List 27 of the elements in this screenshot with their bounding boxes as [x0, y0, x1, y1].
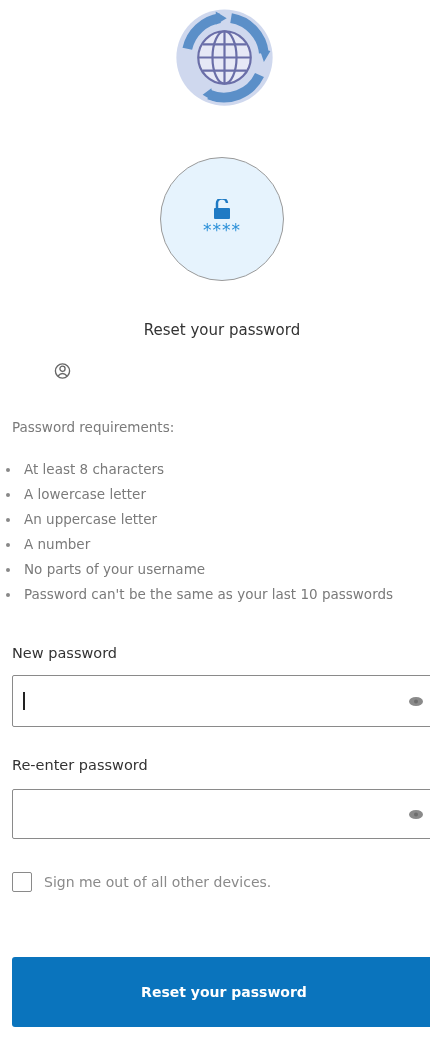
requirements-heading: Password requirements: — [12, 418, 176, 436]
requirement-text: No parts of your username — [24, 560, 206, 579]
user-icon — [54, 362, 71, 380]
field-label: New password — [12, 644, 119, 662]
requirement-text: A lowercase letter — [24, 485, 146, 504]
requirement-text: Password can't be the same as your last 10 passwords — [24, 585, 394, 604]
bullet-icon — [6, 593, 10, 597]
bullet-icon — [6, 468, 10, 472]
eye-icon[interactable] — [409, 696, 423, 706]
lock-icon — [214, 199, 230, 219]
text-cursor — [23, 692, 25, 710]
requirement-text: A number — [24, 535, 91, 554]
bullet-icon — [6, 518, 10, 522]
checkbox-label: Sign me out of all other devices. — [44, 874, 272, 890]
requirement-text: An uppercase letter — [24, 510, 158, 529]
checkbox[interactable] — [12, 872, 32, 892]
bullet-icon — [6, 493, 10, 497]
page-title: Reset your password — [143, 321, 301, 339]
bullet-icon — [6, 568, 10, 572]
requirement-text: At least 8 characters — [24, 460, 165, 479]
field-label: Re-enter password — [12, 756, 149, 774]
password-field[interactable] — [12, 789, 430, 839]
bullet-icon — [6, 543, 10, 547]
password-mask: **** — [203, 221, 241, 239]
password-field[interactable] — [12, 675, 430, 727]
reset-password-button[interactable]: Reset your password — [12, 957, 430, 1027]
eye-icon[interactable] — [409, 809, 423, 819]
